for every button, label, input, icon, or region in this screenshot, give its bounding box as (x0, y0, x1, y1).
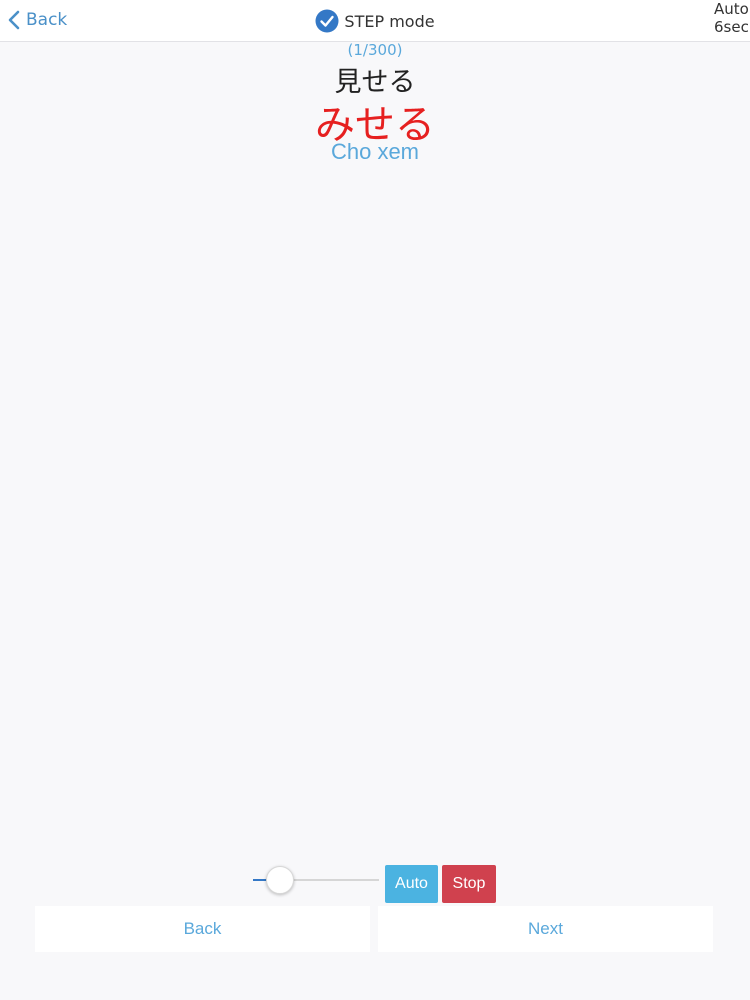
auto-label: Auto (714, 0, 749, 18)
back-button[interactable]: Back (35, 906, 370, 952)
stop-button[interactable]: Stop (442, 865, 496, 903)
mode-title-label: STEP mode (344, 11, 435, 31)
speed-slider[interactable] (253, 866, 379, 894)
auto-interval-button[interactable]: Auto 6sec (714, 0, 750, 36)
auto-interval-value: 6sec (714, 18, 749, 36)
slider-thumb[interactable] (265, 866, 294, 894)
auto-button[interactable]: Auto (385, 865, 438, 903)
vocab-meaning: Cho xem (330, 139, 420, 164)
card-counter: (1/300) (347, 41, 403, 59)
mode-title: STEP mode (0, 8, 750, 34)
check-circle-icon (315, 9, 339, 33)
next-button[interactable]: Next (378, 906, 713, 952)
navigation-bar: Back STEP mode Auto 6sec (0, 0, 750, 42)
